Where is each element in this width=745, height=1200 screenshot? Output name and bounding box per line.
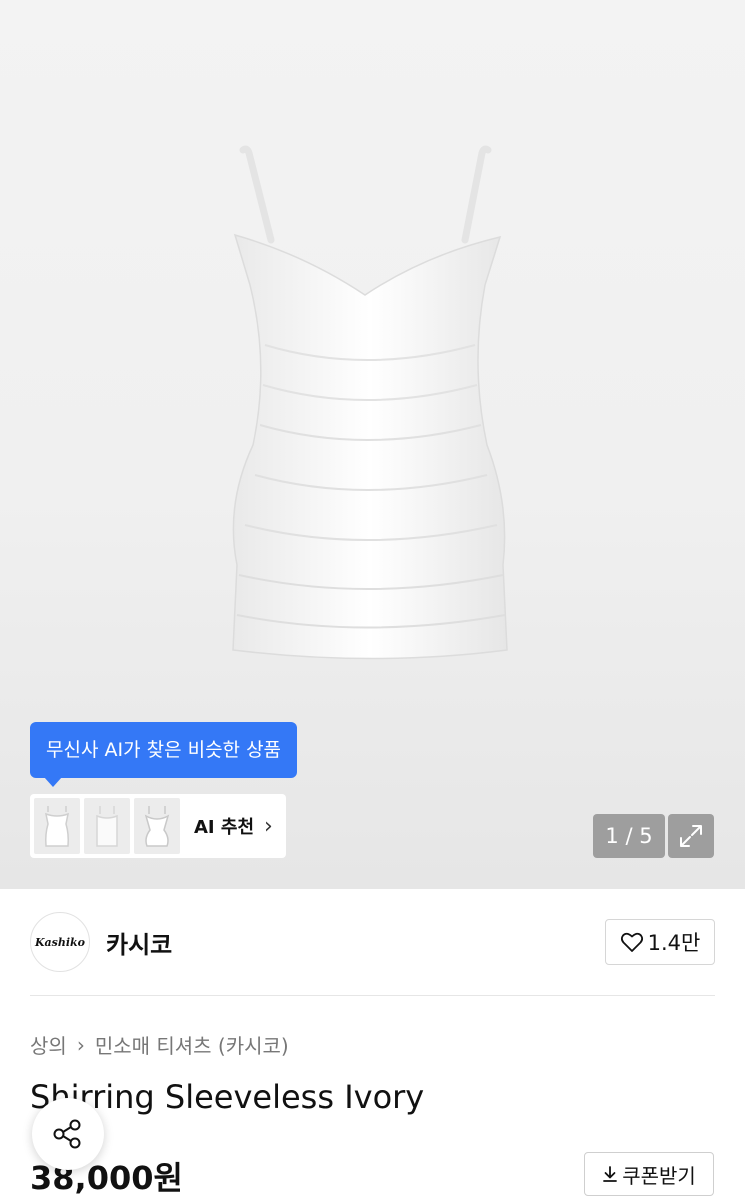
image-pager: 1 / 5 [593,814,665,858]
brand-logo-text: Kashiko [34,935,85,949]
breadcrumb-item-category[interactable]: 상의 [30,1030,67,1059]
share-button[interactable] [32,1098,104,1170]
brand-logo[interactable]: Kashiko [30,912,90,972]
brand-name[interactable]: 카시코 [106,925,172,960]
breadcrumb-item-subcategory[interactable]: 민소매 티셔츠 (카시코) [95,1030,289,1059]
like-count: 1.4만 [647,931,701,955]
similar-thumbnail[interactable] [134,798,180,854]
thumbnail-image [144,806,170,847]
chevron-right-icon: › [76,1032,85,1057]
download-icon [603,1166,618,1182]
similar-thumbnail[interactable] [84,798,130,854]
coupon-label: 쿠폰받기 [622,1163,696,1188]
ai-similar-tooltip[interactable]: 무신사 AI가 찾은 비슷한 상품 [30,722,298,787]
expand-button[interactable] [668,814,714,858]
similar-thumbnail[interactable] [34,798,80,854]
like-button[interactable]: 1.4만 [605,919,715,965]
breadcrumb: 상의 › 민소매 티셔츠 (카시코) [30,1030,289,1059]
coupon-button[interactable]: 쿠폰받기 [584,1152,714,1196]
divider [30,995,715,996]
brand-row: Kashiko 카시코 1.4만 [30,910,715,974]
ai-recommend-label: AI 추천 [194,817,255,838]
thumbnail-image [45,806,69,847]
share-icon [53,1119,81,1149]
product-image [232,145,508,660]
product-gallery[interactable]: 무신사 AI가 찾은 비슷한 상품 AI 추천 › 1 / 5 [0,0,745,889]
ai-recommend-strip[interactable]: AI 추천 › [30,794,286,858]
expand-icon [680,825,702,847]
thumbnail-image [96,806,118,847]
heart-icon [620,932,643,952]
chevron-right-icon: › [264,813,273,839]
